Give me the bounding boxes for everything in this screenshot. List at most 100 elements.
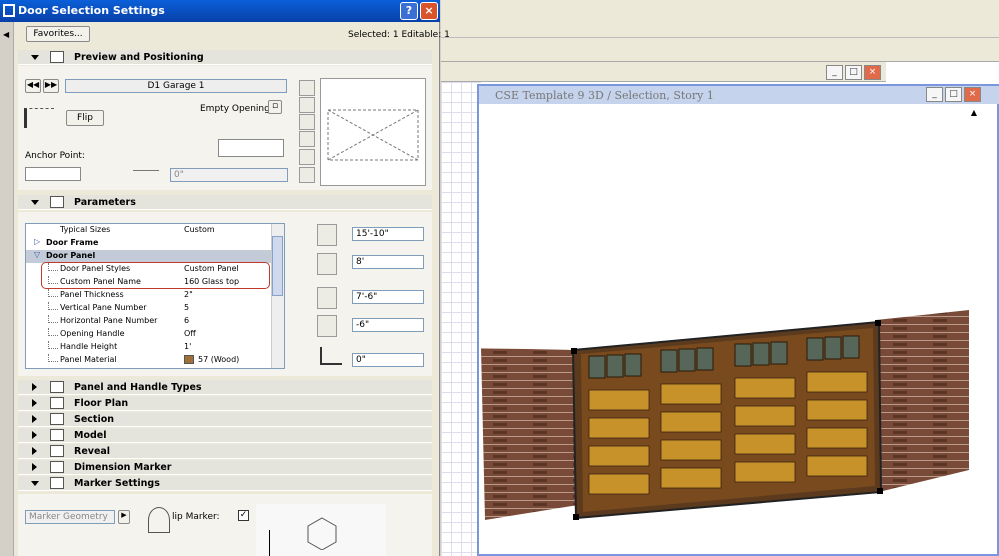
dialog-app-icon — [3, 4, 15, 17]
tree-line-icon — [48, 328, 58, 336]
param-key: Panel Material — [60, 355, 117, 364]
3d-minimize-button[interactable]: _ — [926, 87, 943, 102]
section-icon — [50, 397, 64, 409]
param-value[interactable]: Off — [184, 329, 196, 338]
flip-marker-checkbox[interactable]: ✓ — [238, 510, 249, 521]
tree-line-icon — [48, 302, 58, 310]
expand-down-icon[interactable] — [31, 481, 39, 486]
section-reveal[interactable]: Reveal — [18, 444, 432, 459]
param-key: Door Frame — [46, 238, 99, 247]
flip-marker-icon — [148, 507, 170, 533]
right-wall — [876, 310, 969, 492]
section-label: Section — [74, 414, 115, 425]
section-label: Dimension Marker — [74, 462, 172, 473]
section-panel-and-handle-types[interactable]: Panel and Handle Types — [18, 380, 432, 395]
anchor-buttons[interactable] — [218, 139, 284, 157]
door-name-field[interactable]: D1 Garage 1 — [65, 79, 287, 93]
toolbar-icons — [460, 41, 990, 59]
view-list-icon[interactable] — [299, 167, 315, 183]
anchor-offset-icon — [133, 170, 159, 180]
expand-right-icon[interactable]: ▷ — [34, 237, 40, 246]
door-swing-icon — [24, 108, 54, 128]
param-value[interactable]: 2" — [184, 290, 193, 299]
param-key: Handle Height — [60, 342, 118, 351]
section-label: Reveal — [74, 446, 111, 457]
section-parameters[interactable]: Parameters — [18, 195, 432, 210]
expand-right-icon[interactable] — [32, 415, 37, 423]
view-section-icon[interactable] — [299, 149, 315, 165]
sill-height-icon — [317, 287, 337, 309]
3d-window-title: CSE Template 9 3D / Selection, Story 1 — [479, 86, 999, 104]
plan-minimize-button[interactable]: _ — [826, 65, 843, 80]
expand-right-icon[interactable] — [32, 383, 37, 391]
param-key: Door Panel — [46, 251, 96, 260]
top-bar — [441, 0, 999, 38]
section-section[interactable]: Section — [18, 412, 432, 427]
material-swatch — [184, 355, 194, 364]
param-row[interactable]: Opening Handle Off — [26, 328, 272, 341]
param-row[interactable]: ▷ Door Frame — [26, 237, 272, 250]
close-button[interactable]: × — [420, 2, 438, 20]
param-row[interactable]: Typical Sizes Custom — [26, 224, 272, 237]
scroll-thumb[interactable] — [272, 236, 283, 296]
preview-drawing — [327, 109, 419, 161]
param-value[interactable]: 5 — [184, 303, 189, 312]
section-icon — [50, 477, 64, 489]
section-marker-settings[interactable]: Marker Settings — [18, 476, 432, 491]
parameter-rows: Typical Sizes Custom ▷ Door Frame ▽ Door Pane… — [25, 224, 273, 368]
tree-line-icon — [48, 289, 58, 297]
section-preview[interactable]: Preview and Positioning — [18, 50, 432, 65]
section-floor-plan[interactable]: Floor Plan — [18, 396, 432, 411]
height-icon — [317, 253, 337, 275]
param-row[interactable]: Vertical Pane Number 5 — [26, 302, 272, 315]
section-label: Panel and Handle Types — [74, 382, 202, 393]
param-row[interactable]: Handle Height 1' — [26, 341, 272, 354]
offset-field[interactable]: -6" — [352, 318, 424, 332]
tree-line-icon — [48, 354, 58, 362]
left-wall — [481, 348, 578, 520]
param-row[interactable]: Panel Material 57 (Wood) — [26, 354, 272, 367]
view-front-icon[interactable] — [299, 114, 315, 130]
section-dimension-marker[interactable]: Dimension Marker — [18, 460, 432, 475]
width-field[interactable]: 15'-10" — [352, 227, 424, 241]
next-door-button[interactable]: ▶▶ — [43, 79, 59, 93]
param-value[interactable]: 6 — [184, 316, 189, 325]
collapse-arrow-icon[interactable]: ◀ — [3, 30, 9, 39]
expand-right-icon[interactable] — [32, 447, 37, 455]
view-plan-icon[interactable] — [299, 80, 315, 96]
marker-geometry-select[interactable]: Marker Geometry — [25, 510, 115, 524]
anchor-offset-field[interactable]: 0" — [170, 168, 288, 182]
expand-right-icon[interactable] — [32, 463, 37, 471]
param-value[interactable]: Custom — [184, 225, 215, 234]
marker-hexagon-icon — [307, 517, 337, 550]
reveal-icon — [320, 347, 342, 365]
reveal-field[interactable]: 0" — [352, 353, 424, 367]
view-side-icon[interactable] — [299, 97, 315, 113]
dialog-title: Door Selection Settings — [0, 0, 440, 22]
param-value[interactable]: 57 (Wood) — [198, 355, 239, 364]
3d-maximize-button[interactable]: □ — [945, 87, 962, 102]
plan-maximize-button[interactable]: □ — [845, 65, 862, 80]
marker-geometry-arrow[interactable]: ▶ — [118, 510, 130, 524]
help-button[interactable]: ? — [400, 2, 418, 20]
3d-scroll-up-icon[interactable]: ▲ — [968, 108, 980, 120]
param-row[interactable]: Horizontal Pane Number 6 — [26, 315, 272, 328]
expand-down-icon[interactable]: ▽ — [34, 250, 40, 259]
section-model[interactable]: Model — [18, 428, 432, 443]
height-field[interactable]: 8' — [352, 255, 424, 269]
section-icon — [50, 445, 64, 457]
expand-right-icon[interactable] — [32, 399, 37, 407]
flip-button[interactable]: Flip — [66, 110, 104, 126]
favorites-button[interactable]: Favorites... — [26, 26, 90, 42]
section-label: Floor Plan — [74, 398, 129, 409]
prev-door-button[interactable]: ◀◀ — [25, 79, 41, 93]
plan-close-button[interactable]: × — [864, 65, 881, 80]
param-value[interactable]: 1' — [184, 342, 191, 351]
expand-right-icon[interactable] — [32, 431, 37, 439]
view-3d-icon[interactable] — [299, 131, 315, 147]
empty-opening-button[interactable]: ▫ — [268, 100, 282, 114]
3d-close-button[interactable]: × — [964, 87, 981, 102]
param-row[interactable]: Panel Thickness 2" — [26, 289, 272, 302]
sill-field[interactable]: 7'-6" — [352, 290, 424, 304]
anchor-side-buttons[interactable] — [25, 167, 81, 181]
